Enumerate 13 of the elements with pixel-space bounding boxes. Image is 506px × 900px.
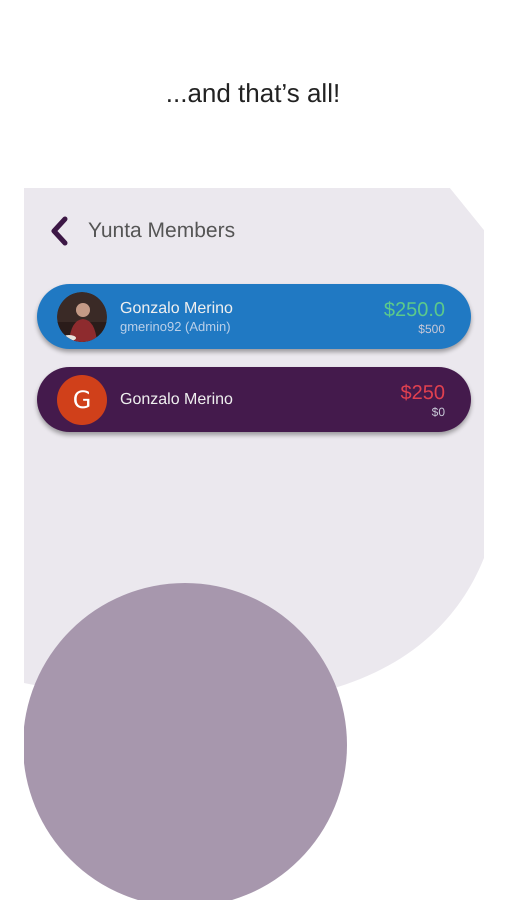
headline: ...and that’s all! [166,77,340,108]
member-username: gmerino92 (Admin) [120,318,232,334]
member-name: Gonzalo Merino [120,390,234,410]
member-card[interactable]: G Gonzalo Merino $250 $0 [37,367,471,432]
balance-amount: $250 [400,380,445,404]
balance-amount: $250.0 [384,298,445,322]
member-card[interactable]: Gonzalo Merino gmerino92 (Admin) $250.0 $500 [37,284,471,349]
chevron-left-icon [49,216,69,246]
avatar-initial: G [57,374,107,424]
total-amount: $0 [432,404,445,418]
screen-title: Yunta Members [88,218,236,244]
member-name: Gonzalo Merino [120,298,234,318]
total-amount: $500 [418,322,445,336]
